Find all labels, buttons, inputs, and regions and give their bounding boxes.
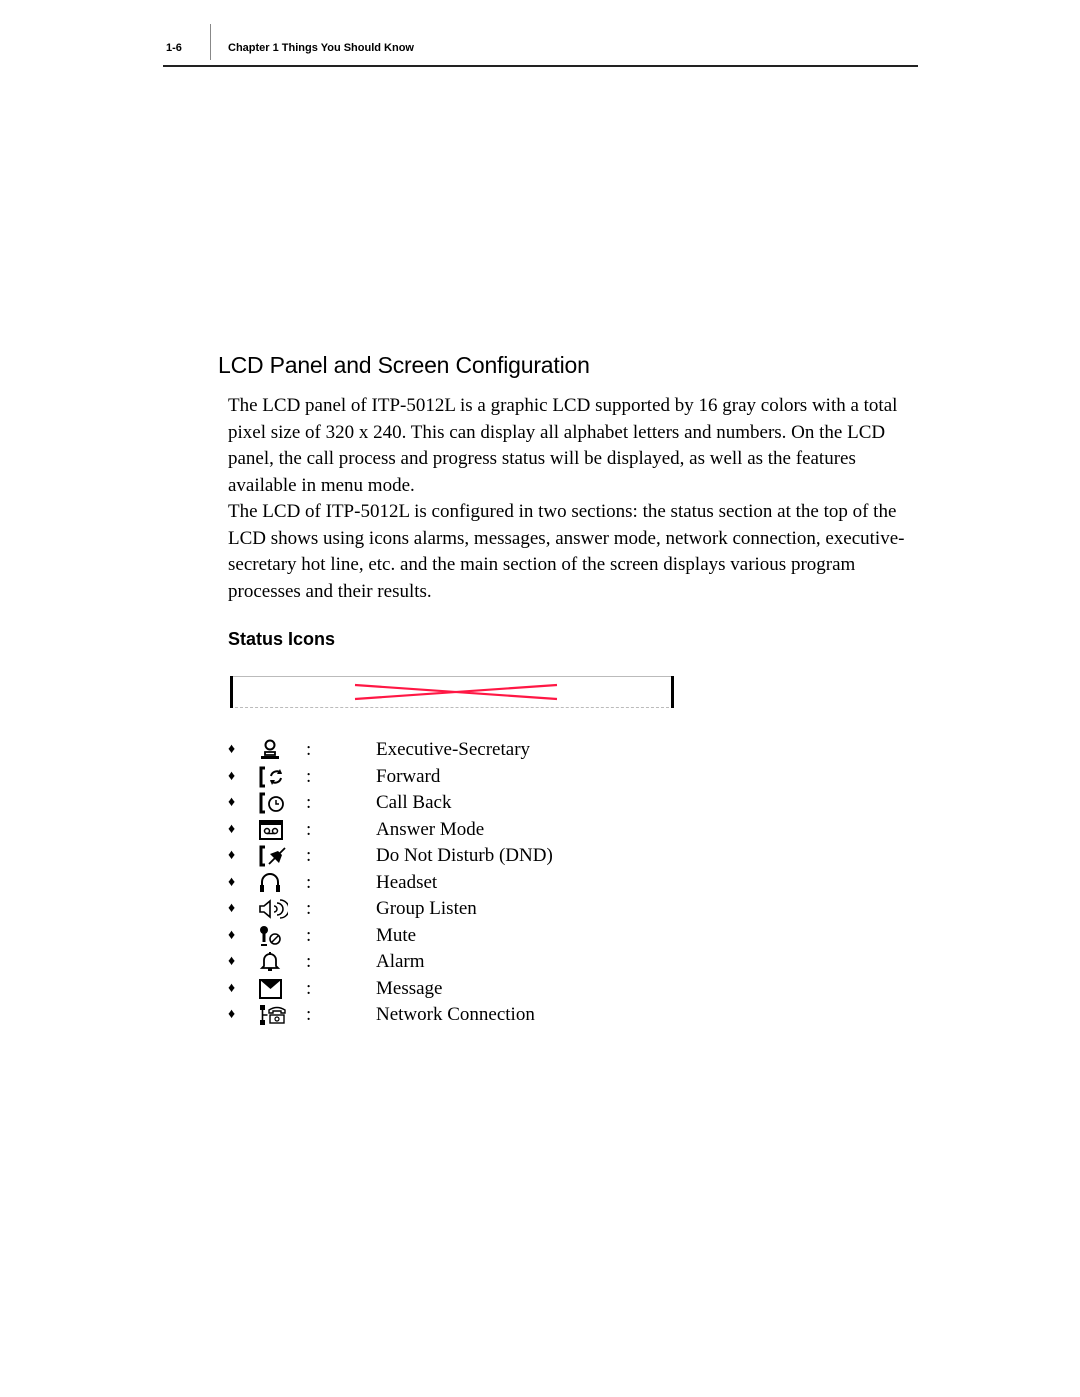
answer-mode-icon [258, 819, 306, 841]
alarm-icon [258, 951, 306, 973]
list-item: ♦ : Message [228, 976, 553, 1003]
bullet-icon: ♦ [228, 901, 236, 917]
page-number: 1-6 [166, 42, 182, 54]
bullet-icon: ♦ [228, 821, 236, 837]
list-item: ♦ : Mute [228, 923, 553, 950]
list-item: ♦ : Headset [228, 870, 553, 897]
bullet-icon: ♦ [228, 768, 236, 784]
bullet-icon: ♦ [228, 954, 236, 970]
item-label: Answer Mode [376, 818, 485, 840]
do-not-disturb-icon [258, 845, 306, 867]
separator: : [306, 845, 312, 867]
separator: : [306, 898, 312, 920]
bullet-icon: ♦ [228, 927, 236, 943]
chapter-title: Chapter 1 Things You Should Know [228, 42, 414, 54]
mute-icon [258, 925, 306, 947]
paragraph: The LCD of ITP-5012L is configured in tw… [228, 501, 905, 602]
bullet-icon: ♦ [228, 742, 236, 758]
list-item: ♦ : Network Connection [228, 1002, 553, 1029]
bullet-icon: ♦ [228, 795, 236, 811]
network-connection-icon [258, 1004, 306, 1026]
call-back-icon [258, 792, 306, 814]
item-label: Headset [376, 871, 438, 893]
separator: : [306, 765, 312, 787]
separator: : [306, 951, 312, 973]
bullet-icon: ♦ [228, 1007, 236, 1023]
headset-icon [258, 872, 306, 894]
message-icon [258, 978, 306, 1000]
separator: : [306, 977, 312, 999]
list-item: ♦ : Do Not Disturb (DND) [228, 843, 553, 870]
paragraph: The LCD panel of ITP-5012L is a graphic … [228, 395, 898, 496]
item-label: Message [376, 977, 443, 999]
group-listen-icon [258, 898, 306, 920]
item-label: Do Not Disturb (DND) [376, 845, 553, 867]
item-label: Executive-Secretary [376, 739, 531, 761]
separator: : [306, 1004, 312, 1026]
status-bar-figure [230, 676, 674, 708]
executive-secretary-icon [258, 739, 306, 761]
section-body: The LCD panel of ITP-5012L is a graphic … [228, 393, 918, 605]
bullet-icon: ♦ [228, 848, 236, 864]
missing-image-x-icon [354, 683, 558, 701]
item-label: Forward [376, 765, 441, 787]
separator: : [306, 818, 312, 840]
status-icons-title: Status Icons [228, 629, 336, 649]
separator: : [306, 739, 312, 761]
list-item: ♦ : Alarm [228, 949, 553, 976]
separator: : [306, 924, 312, 946]
header-rule [163, 65, 918, 67]
separator: : [306, 792, 312, 814]
bullet-icon: ♦ [228, 874, 236, 890]
bullet-icon: ♦ [228, 980, 236, 996]
item-label: Alarm [376, 951, 425, 973]
forward-icon [258, 766, 306, 788]
status-icon-list: ♦ : Executive-Secretary ♦ : Forward ♦ : … [228, 737, 553, 1029]
item-label: Call Back [376, 792, 452, 814]
list-item: ♦ : Call Back [228, 790, 553, 817]
header-divider [210, 24, 211, 60]
item-label: Group Listen [376, 898, 477, 920]
separator: : [306, 871, 312, 893]
list-item: ♦ : Answer Mode [228, 817, 553, 844]
list-item: ♦ : Group Listen [228, 896, 553, 923]
item-label: Mute [376, 924, 417, 946]
section-title: LCD Panel and Screen Configuration [218, 352, 590, 378]
item-label: Network Connection [376, 1004, 535, 1026]
list-item: ♦ : Executive-Secretary [228, 737, 553, 764]
list-item: ♦ : Forward [228, 764, 553, 791]
